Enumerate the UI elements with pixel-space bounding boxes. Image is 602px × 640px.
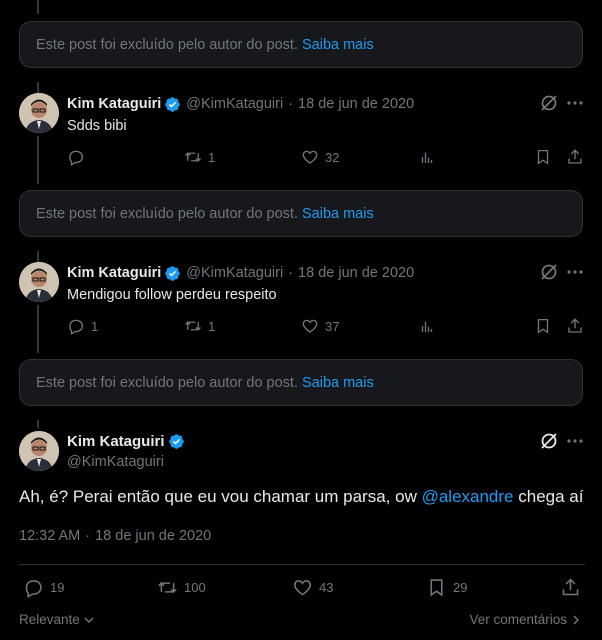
author-name[interactable]: Kim Kataguiri (67, 96, 161, 112)
retweet-count: 1 (208, 318, 216, 334)
reply-count: 19 (50, 580, 65, 595)
tweet-text-before: Ah, é? Perai então que eu vou chamar um … (19, 487, 422, 506)
bookmark-button[interactable] (534, 317, 552, 335)
reply-icon (25, 580, 42, 598)
sort-label: Relevante (19, 612, 80, 627)
reply-count: 1 (91, 318, 99, 334)
avatar[interactable] (19, 93, 59, 133)
tweet-time[interactable]: 12:32 AM (19, 528, 80, 544)
like-button[interactable]: 32 (301, 148, 339, 166)
share-icon (562, 578, 579, 596)
views-button[interactable] (418, 317, 436, 335)
retweet-count: 1 (208, 149, 216, 165)
bookmark-icon (537, 318, 549, 334)
share-icon (568, 318, 582, 333)
author-handle[interactable]: @KimKataguiri (186, 96, 283, 112)
verified-badge-icon (165, 96, 181, 112)
retweet-icon (185, 152, 201, 162)
grok-icon[interactable] (539, 262, 559, 282)
deleted-post-text: Este post foi excluído pelo autor do pos… (36, 205, 298, 222)
tweet-text: Sdds bibi (67, 118, 127, 134)
deleted-post-notice: Este post foi excluído pelo autor do pos… (19, 190, 583, 237)
heart-icon (302, 150, 318, 164)
learn-more-link[interactable]: Saiba mais (302, 375, 374, 391)
bookmark-button[interactable] (534, 148, 552, 166)
view-comments-label: Ver comentários (469, 612, 567, 627)
bookmark-icon (537, 149, 549, 165)
sort-dropdown[interactable]: Relevante (19, 612, 95, 627)
tweet-text: Ah, é? Perai então que eu vou chamar um … (19, 487, 583, 507)
learn-more-link[interactable]: Saiba mais (302, 37, 374, 53)
reply-button[interactable]: 19 (23, 577, 64, 598)
tweet-text-after: chega aí (513, 487, 584, 506)
retweet-icon (185, 321, 201, 331)
author-name[interactable]: Kim Kataguiri (67, 433, 165, 450)
share-button[interactable] (560, 577, 581, 598)
reply-button[interactable]: 1 (67, 317, 98, 335)
bookmark-icon (430, 579, 443, 597)
grok-icon[interactable] (539, 431, 559, 451)
share-button[interactable] (566, 317, 584, 335)
like-button[interactable]: 43 (292, 577, 333, 598)
tweet-date[interactable]: 18 de jun de 2020 (298, 96, 414, 112)
views-button[interactable] (418, 148, 436, 166)
more-options-icon[interactable] (565, 262, 585, 282)
divider (19, 564, 585, 565)
tweet-date[interactable]: 18 de jun de 2020 (298, 265, 414, 281)
author-handle[interactable]: @KimKataguiri (67, 454, 190, 470)
retweet-button[interactable]: 1 (184, 148, 215, 166)
reply-icon (69, 319, 84, 335)
heart-icon (302, 319, 318, 333)
bookmark-button[interactable]: 29 (426, 577, 467, 598)
avatar[interactable] (19, 431, 59, 471)
separator: · (85, 528, 91, 544)
learn-more-link[interactable]: Saiba mais (302, 206, 374, 222)
more-options-icon[interactable] (565, 431, 585, 451)
author-handle[interactable]: @KimKataguiri (186, 265, 283, 281)
avatar[interactable] (19, 262, 59, 302)
deleted-post-notice: Este post foi excluído pelo autor do pos… (19, 359, 583, 406)
tweet-text: Mendigou follow perdeu respeito (67, 287, 277, 303)
share-button[interactable] (566, 148, 584, 166)
retweet-button[interactable]: 1 (184, 317, 215, 335)
view-comments-link[interactable]: Ver comentários (469, 612, 582, 627)
verified-badge-icon (165, 265, 181, 281)
deleted-post-text: Este post foi excluído pelo autor do pos… (36, 36, 298, 53)
views-icon (421, 152, 433, 163)
like-count: 37 (325, 318, 340, 334)
reply-button[interactable] (67, 148, 91, 166)
like-count: 43 (319, 580, 334, 595)
like-button[interactable]: 37 (301, 317, 339, 335)
reply-icon (69, 150, 84, 166)
retweet-count: 100 (184, 580, 206, 595)
author-name[interactable]: Kim Kataguiri (67, 265, 161, 281)
bookmark-count: 29 (453, 580, 468, 595)
chevron-down-icon (84, 616, 94, 623)
views-icon (421, 321, 433, 332)
deleted-post-notice: Este post foi excluído pelo autor do pos… (19, 21, 583, 68)
heart-icon (293, 580, 312, 596)
deleted-post-text: Este post foi excluído pelo autor do pos… (36, 374, 298, 391)
like-count: 32 (325, 149, 340, 165)
retweet-button[interactable]: 100 (157, 577, 206, 598)
more-options-icon[interactable] (565, 93, 585, 113)
retweet-icon (158, 582, 177, 593)
verified-badge-icon (168, 433, 184, 449)
separator: · (288, 96, 294, 112)
share-icon (568, 149, 582, 164)
separator: · (288, 265, 294, 281)
chevron-right-icon (573, 614, 580, 625)
tweet-timestamp[interactable]: 12:32 AM · 18 de jun de 2020 (19, 528, 211, 544)
mention-link[interactable]: @alexandre (422, 487, 514, 506)
grok-icon[interactable] (539, 93, 559, 113)
tweet-date[interactable]: 18 de jun de 2020 (95, 528, 211, 544)
